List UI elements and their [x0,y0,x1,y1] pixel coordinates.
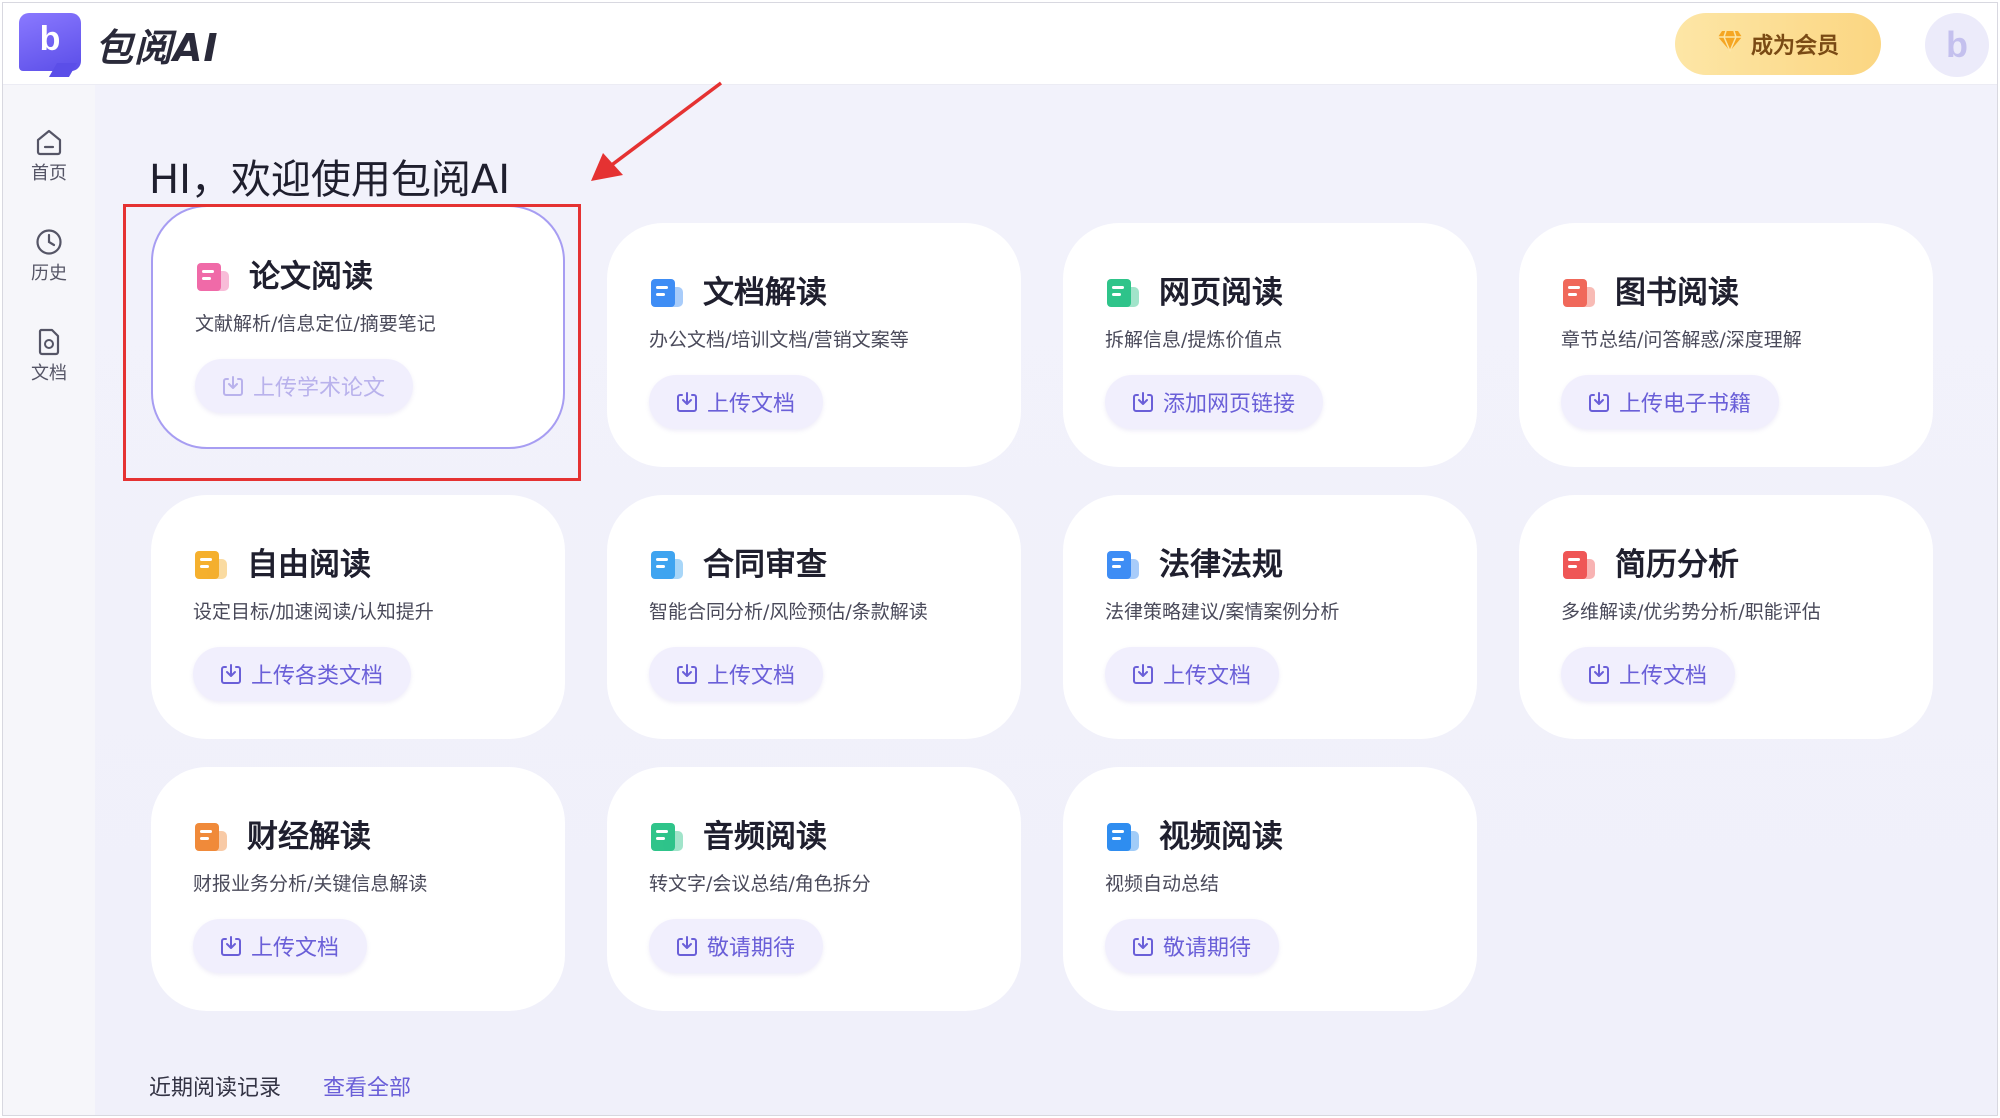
feature-card-action-label: 上传文档 [1163,664,1252,689]
clock-icon [36,229,62,255]
feature-card-title: 视频阅读 [1159,819,1283,855]
feature-card-action-label: 上传电子书籍 [1619,392,1752,417]
feature-card-action-button[interactable]: 上传电子书籍 [1561,375,1780,429]
home-icon [36,129,62,156]
upload-icon [1133,936,1153,956]
feature-card-title: 音频阅读 [703,819,827,855]
feature-icon [651,823,683,851]
diamond-icon [1717,30,1743,58]
sidebar-item-label: 文档 [31,363,67,384]
top-bar: b 包阅AI 成为会员 b [3,3,1997,85]
upload-icon [677,664,697,684]
feature-card-title: 文档解读 [703,275,827,311]
highlight-box [123,204,581,481]
feature-card-description: 转文字/会议总结/角色拆分 [649,873,871,895]
feature-card[interactable]: 自由阅读设定目标/加速阅读/认知提升上传各类文档 [151,495,565,739]
feature-icon [651,279,683,307]
feature-card-title: 网页阅读 [1159,275,1283,311]
feature-icon [1107,551,1139,579]
become-member-label: 成为会员 [1750,34,1839,59]
feature-card[interactable]: 图书阅读章节总结/问答解惑/深度理解上传电子书籍 [1519,223,1933,467]
feature-card-action-button[interactable]: 上传文档 [1105,647,1280,701]
sidebar-item-history[interactable]: 历史 [3,227,95,307]
feature-card-description: 多维解读/优劣势分析/职能评估 [1561,601,1821,623]
feature-card[interactable]: 法律法规法律策略建议/案情案例分析上传文档 [1063,495,1477,739]
sidebar-item-label: 首页 [31,163,67,184]
feature-card-action-button[interactable]: 上传各类文档 [193,647,412,701]
feature-card-action-button[interactable]: 上传文档 [1561,647,1736,701]
page-title: HI，欢迎使用包阅AI [149,157,511,203]
logo-letter: b [39,20,61,58]
feature-card-action-label: 添加网页链接 [1163,392,1296,417]
feature-card-description: 办公文档/培训文档/营销文案等 [649,329,909,351]
feature-card-action-button[interactable]: 上传文档 [649,375,824,429]
upload-icon [1133,392,1153,412]
sidebar-item-home[interactable]: 首页 [3,127,95,207]
feature-icon [1563,279,1595,307]
become-member-button[interactable]: 成为会员 [1675,13,1881,75]
upload-icon [221,664,241,684]
upload-icon [1589,664,1609,684]
feature-card-description: 设定目标/加速阅读/认知提升 [193,601,434,623]
feature-card-title: 图书阅读 [1615,275,1739,311]
upload-icon [221,936,241,956]
feature-card-action-label: 敬请期待 [707,936,796,961]
feature-card-description: 视频自动总结 [1105,873,1220,895]
upload-icon [1133,664,1153,684]
feature-card-action-button[interactable]: 敬请期待 [1105,919,1280,973]
feature-card-description: 财报业务分析/关键信息解读 [193,873,428,895]
feature-card[interactable]: 文档解读办公文档/培训文档/营销文案等上传文档 [607,223,1021,467]
feature-card-title: 合同审查 [703,547,827,583]
feature-card-action-label: 上传文档 [251,936,340,961]
feature-card[interactable]: 财经解读财报业务分析/关键信息解读上传文档 [151,767,565,1011]
recent-reading-label: 近期阅读记录 [149,1076,282,1101]
upload-icon [1589,392,1609,412]
feature-card-action-label: 上传文档 [707,664,796,689]
logo[interactable]: b [19,13,81,77]
feature-card[interactable]: 网页阅读拆解信息/提炼价值点添加网页链接 [1063,223,1477,467]
feature-card-description: 智能合同分析/风险预估/条款解读 [649,601,928,623]
feature-card-description: 章节总结/问答解惑/深度理解 [1561,329,1802,351]
feature-icon [1563,551,1595,579]
sidebar-item-label: 历史 [31,263,67,284]
feature-icon [195,823,227,851]
feature-card-title: 法律法规 [1159,547,1283,583]
feature-card[interactable]: 音频阅读转文字/会议总结/角色拆分敬请期待 [607,767,1021,1011]
feature-card-action-label: 上传各类文档 [251,664,384,689]
feature-card-action-label: 上传文档 [1619,664,1708,689]
feature-card-title: 财经解读 [247,819,371,855]
app-window: b 包阅AI 成为会员 b 首页 历史 文档 HI，欢迎使用包阅AI 论文阅读文… [2,2,1998,1116]
feature-card-action-label: 敬请期待 [1163,936,1252,961]
feature-card-title: 自由阅读 [247,547,371,583]
feature-card-action-button[interactable]: 敬请期待 [649,919,824,973]
feature-card-description: 法律策略建议/案情案例分析 [1105,601,1340,623]
feature-card[interactable]: 合同审查智能合同分析/风险预估/条款解读上传文档 [607,495,1021,739]
feature-card[interactable]: 简历分析多维解读/优劣势分析/职能评估上传文档 [1519,495,1933,739]
feature-icon [1107,823,1139,851]
feature-card-action-button[interactable]: 添加网页链接 [1105,375,1324,429]
feature-card-action-label: 上传文档 [707,392,796,417]
upload-icon [677,936,697,956]
avatar[interactable]: b [1925,13,1989,77]
feature-icon [195,551,227,579]
document-icon [38,328,60,356]
feature-card[interactable]: 视频阅读视频自动总结敬请期待 [1063,767,1477,1011]
annotation-arrow-icon [591,81,723,181]
feature-card-description: 拆解信息/提炼价值点 [1105,329,1283,351]
feature-card-action-button[interactable]: 上传文档 [193,919,368,973]
feature-card-action-button[interactable]: 上传文档 [649,647,824,701]
sidebar-item-documents[interactable]: 文档 [3,327,95,407]
brand-name: 包阅AI [95,26,219,70]
feature-card-title: 简历分析 [1615,547,1739,583]
sidebar: 首页 历史 文档 [3,85,95,1115]
feature-icon [651,551,683,579]
upload-icon [677,392,697,412]
feature-icon [1107,279,1139,307]
view-all-link[interactable]: 查看全部 [323,1070,411,1102]
